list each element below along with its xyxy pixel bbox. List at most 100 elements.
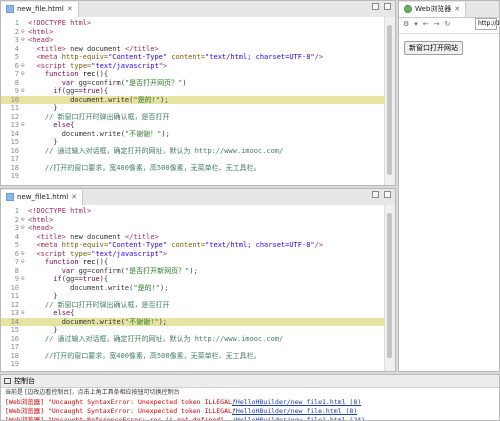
source-link[interactable]: /HelloHBuilder/new_file.html (8) [232,407,357,416]
html-file-icon [6,5,14,13]
code-line[interactable]: 2 ⊖ <html> [1,216,385,225]
fold-icon[interactable]: ⊖ [21,62,27,71]
fold-icon[interactable]: ⊖ [21,216,27,225]
code-line[interactable]: 14 document.write("不谢谢!"); [1,317,385,326]
source-link[interactable]: /HelloHBuilder/new_file1.html (24) [232,416,365,420]
code-text: else{ [53,121,75,129]
code-text: } [28,138,58,146]
vertical-scrollbar[interactable] [384,205,395,371]
browser-tab[interactable]: Web浏览器 ✕ [399,1,467,17]
code-line[interactable]: 19 [1,172,385,181]
code-line[interactable]: 14 document.write("不谢谢！"); [1,130,385,139]
close-icon[interactable]: ✕ [454,5,460,13]
code-line[interactable]: 12 // 新窗口打开时弹出确认框，是否打开 [1,113,385,122]
close-icon[interactable]: ✕ [71,193,77,201]
code-line[interactable]: 12 // 新窗口打开时弹出确认框，是否打开 [1,301,385,310]
maximize-icon[interactable] [384,191,391,198]
code-text: document.write("不谢谢！"); [28,129,170,138]
code-text: <!DOCTYPE html> [28,19,92,27]
code-text: <meta http-equiv="Content-Type" content=… [36,53,324,61]
pane-controls [372,191,391,198]
code-line[interactable]: 4 <title> new document </title> [1,233,385,242]
code-line[interactable]: 11 } [1,104,385,113]
console-message: [Web浏览器] "Uncaught ReferenceError: rec i… [1,416,499,421]
code-line[interactable]: 17 [1,343,385,352]
code-line[interactable]: 18 //打开的窗口要求，宽400像素，高500像素，无菜单栏、无工具栏。 [1,352,385,361]
settings-icon[interactable]: ⚙ [403,20,409,28]
fold-icon[interactable]: ⊖ [21,70,27,79]
code-editor-2[interactable]: 1 <!DOCTYPE html> 2 ⊖ <html> 3 ⊖ <head> 4 <title… [1,205,395,371]
code-line[interactable]: 19 [1,360,385,369]
back-icon[interactable]: ← [423,20,429,28]
code-line[interactable]: 1 <!DOCTYPE html> [1,207,385,216]
code-line[interactable]: 7 ⊖ function rec(){ [1,258,385,267]
line-number: 13 [10,309,19,317]
code-text: } [28,326,58,334]
code-line[interactable]: 6 ⊖ <script type="text/javascript"> [1,62,385,71]
code-line[interactable]: 13 ⊖ else{ [1,309,385,318]
editor-tab-new-file1[interactable]: new_file1.html ✕ [1,189,84,205]
code-line[interactable]: 8 var gg=confirm("是否打开新网页？"); [1,267,385,276]
url-field[interactable]: http://12 [475,18,499,30]
code-line[interactable]: 1 <!DOCTYPE html> [1,19,385,28]
fold-icon[interactable]: ⊖ [21,275,27,284]
code-line[interactable]: 15 } [1,326,385,335]
line-number: 10 [10,283,19,292]
fold-icon[interactable]: ⊖ [21,224,27,233]
line-number: 17 [10,343,19,351]
code-text: } [28,292,58,300]
code-line[interactable]: 9 ⊖ if(gg==true){ [1,87,385,96]
scroll-thumb[interactable] [387,213,392,358]
fold-icon[interactable]: ⊖ [21,258,27,267]
source-link[interactable]: /HelloHBuilder/new_file1.html (8) [232,398,361,407]
fold-icon[interactable]: ⊖ [21,28,27,37]
line-number: 4 [14,232,19,241]
code-line[interactable]: 10 document.write("是的!"); [1,284,385,293]
code-line[interactable]: 17 [1,155,385,164]
code-line[interactable]: 2 ⊖ <html> [1,28,385,37]
line-number: 9 [14,275,19,283]
code-line[interactable]: 15 } [1,138,385,147]
refresh-icon[interactable]: ↻ [445,20,451,28]
fold-icon[interactable]: ⊖ [21,36,27,45]
fold-icon[interactable]: ⊖ [21,121,27,130]
code-line[interactable]: 10 document.write("是的!"); [1,95,385,104]
code-line[interactable]: 11 } [1,292,385,301]
code-line[interactable]: 13 ⊖ else{ [1,121,385,130]
code-line[interactable]: 5 <meta http-equiv="Content-Type" conten… [1,241,385,250]
line-number: 7 [14,70,19,78]
code-line[interactable]: 7 ⊖ function rec(){ [1,70,385,79]
editor-tab-new-file[interactable]: new_file.html ✕ [1,1,79,17]
error-text: [Web浏览器] "Uncaught ReferenceError: rec i… [5,416,225,421]
browser-viewport: 新窗口打开网站 [399,33,499,371]
minimize-icon[interactable] [372,3,379,10]
fold-icon[interactable]: ⊖ [21,87,27,96]
minimize-icon[interactable] [372,191,379,198]
code-line[interactable]: 18 //打开的窗口要求，宽400像素，高500像素，无菜单栏、无工具栏。 [1,164,385,173]
line-number: 5 [14,53,19,61]
code-line[interactable]: 9 ⊖ if(gg==true){ [1,275,385,284]
open-new-window-button[interactable]: 新窗口打开网站 [404,41,463,55]
line-number: 11 [10,292,19,300]
fold-icon[interactable]: ⊖ [21,309,27,318]
code-line[interactable]: 16 // 通过输入对话框，确定打开的网址，默认为 http://www.imo… [1,147,385,156]
code-line[interactable]: 16 // 通过输入对话框，确定打开的网址，默认为 http://www.imo… [1,335,385,344]
console-tab[interactable]: 控制台 [14,376,35,386]
vertical-scrollbar[interactable] [384,17,395,185]
fold-icon[interactable]: ⊖ [21,250,27,259]
code-line[interactable]: 4 <title> new document </title> [1,45,385,54]
maximize-icon[interactable] [384,3,391,10]
code-editor-1[interactable]: 1 <!DOCTYPE html> 2 ⊖ <html> 3 ⊖ <head> 4 <title… [1,17,395,185]
code-line[interactable]: 8 var gg=confirm("是否打开网页？") [1,79,385,88]
forward-icon[interactable]: → [434,20,440,28]
code-text: else{ [53,309,75,317]
code-line[interactable]: 3 ⊖ <head> [1,224,385,233]
code-line[interactable]: 3 ⊖ <head> [1,36,385,45]
code-line[interactable]: 5 <meta http-equiv="Content-Type" conten… [1,53,385,62]
code-line[interactable]: 6 ⊖ <script type="text/javascript"> [1,250,385,259]
dropdown-icon[interactable]: ▾ [414,20,418,28]
code-text: // 新窗口打开时弹出确认框，是否打开 [44,300,170,309]
scroll-thumb[interactable] [387,25,392,175]
line-number: 16 [10,146,19,155]
close-icon[interactable]: ✕ [67,5,73,13]
